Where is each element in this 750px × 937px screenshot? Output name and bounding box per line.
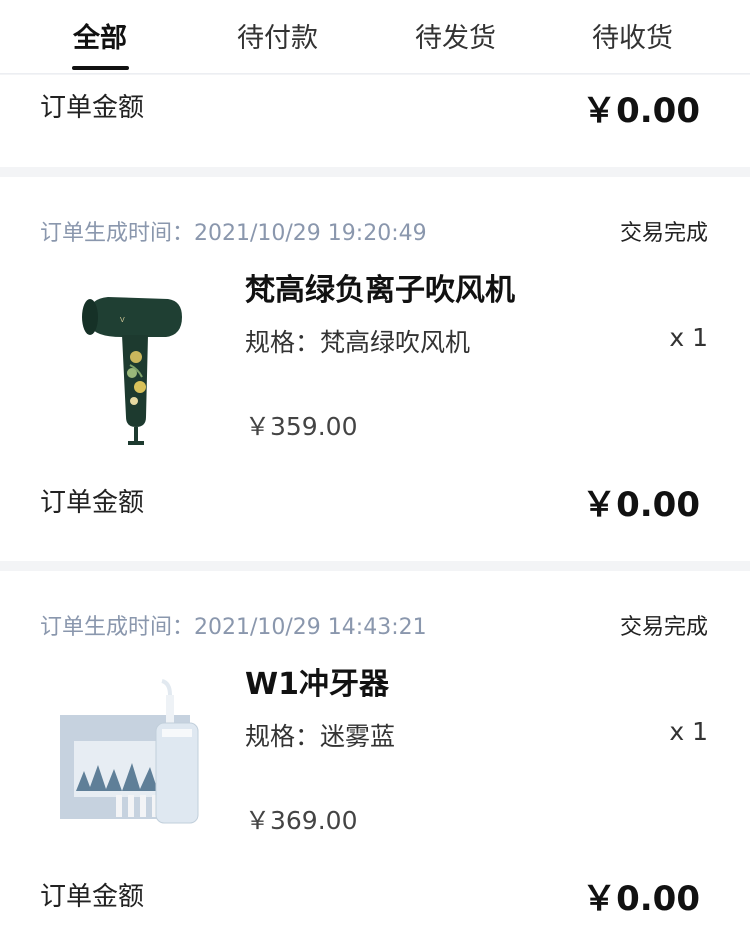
order-card[interactable]: 订单生成时间：2021/10/29 19:20:49 交易完成 V 梵高绿负离子… — [0, 177, 750, 561]
order-amount-label: 订单金额 — [40, 882, 145, 912]
product-name[interactable]: 梵高绿负离子吹风机 — [245, 265, 515, 309]
hair-dryer-icon[interactable]: V — [50, 277, 210, 457]
order-amount-label: 订单金额 — [40, 93, 145, 123]
product-spec: 规格：迷雾蓝 — [245, 722, 396, 751]
product-quantity: x 1 — [669, 717, 708, 746]
tab-pending-receipt[interactable]: 待收货 — [580, 16, 685, 56]
order-amount-value: ￥0.00 — [582, 879, 700, 919]
product-spec: 规格：梵高绿吹风机 — [245, 328, 471, 357]
order-tabs: 全部 待付款 待发货 待收货 — [0, 0, 750, 74]
tab-pending-payment[interactable]: 待付款 — [225, 16, 330, 56]
svg-text:V: V — [120, 317, 125, 324]
product-quantity: x 1 — [669, 323, 708, 352]
order-status: 交易完成 — [619, 221, 708, 246]
order-created-time: 订单生成时间：2021/10/29 14:43:21 — [40, 615, 427, 640]
product-price: ￥369.00 — [245, 806, 358, 835]
order-amount-value: ￥0.00 — [582, 91, 700, 131]
active-tab-indicator — [72, 66, 129, 70]
tab-all[interactable]: 全部 — [60, 16, 140, 56]
order-card[interactable]: 订单金额 ￥0.00 — [0, 75, 750, 167]
order-amount-label: 订单金额 — [40, 488, 145, 518]
product-price: ￥359.00 — [245, 412, 358, 441]
order-amount-value: ￥0.00 — [582, 485, 700, 525]
tab-pending-shipment[interactable]: 待发货 — [403, 16, 508, 56]
water-flosser-icon[interactable] — [50, 671, 210, 851]
order-created-time: 订单生成时间：2021/10/29 19:20:49 — [40, 221, 427, 246]
order-card[interactable]: 订单生成时间：2021/10/29 14:43:21 交易完成 W1冲牙器 规格… — [0, 571, 750, 937]
product-name[interactable]: W1冲牙器 — [245, 659, 389, 703]
order-status: 交易完成 — [619, 615, 708, 640]
